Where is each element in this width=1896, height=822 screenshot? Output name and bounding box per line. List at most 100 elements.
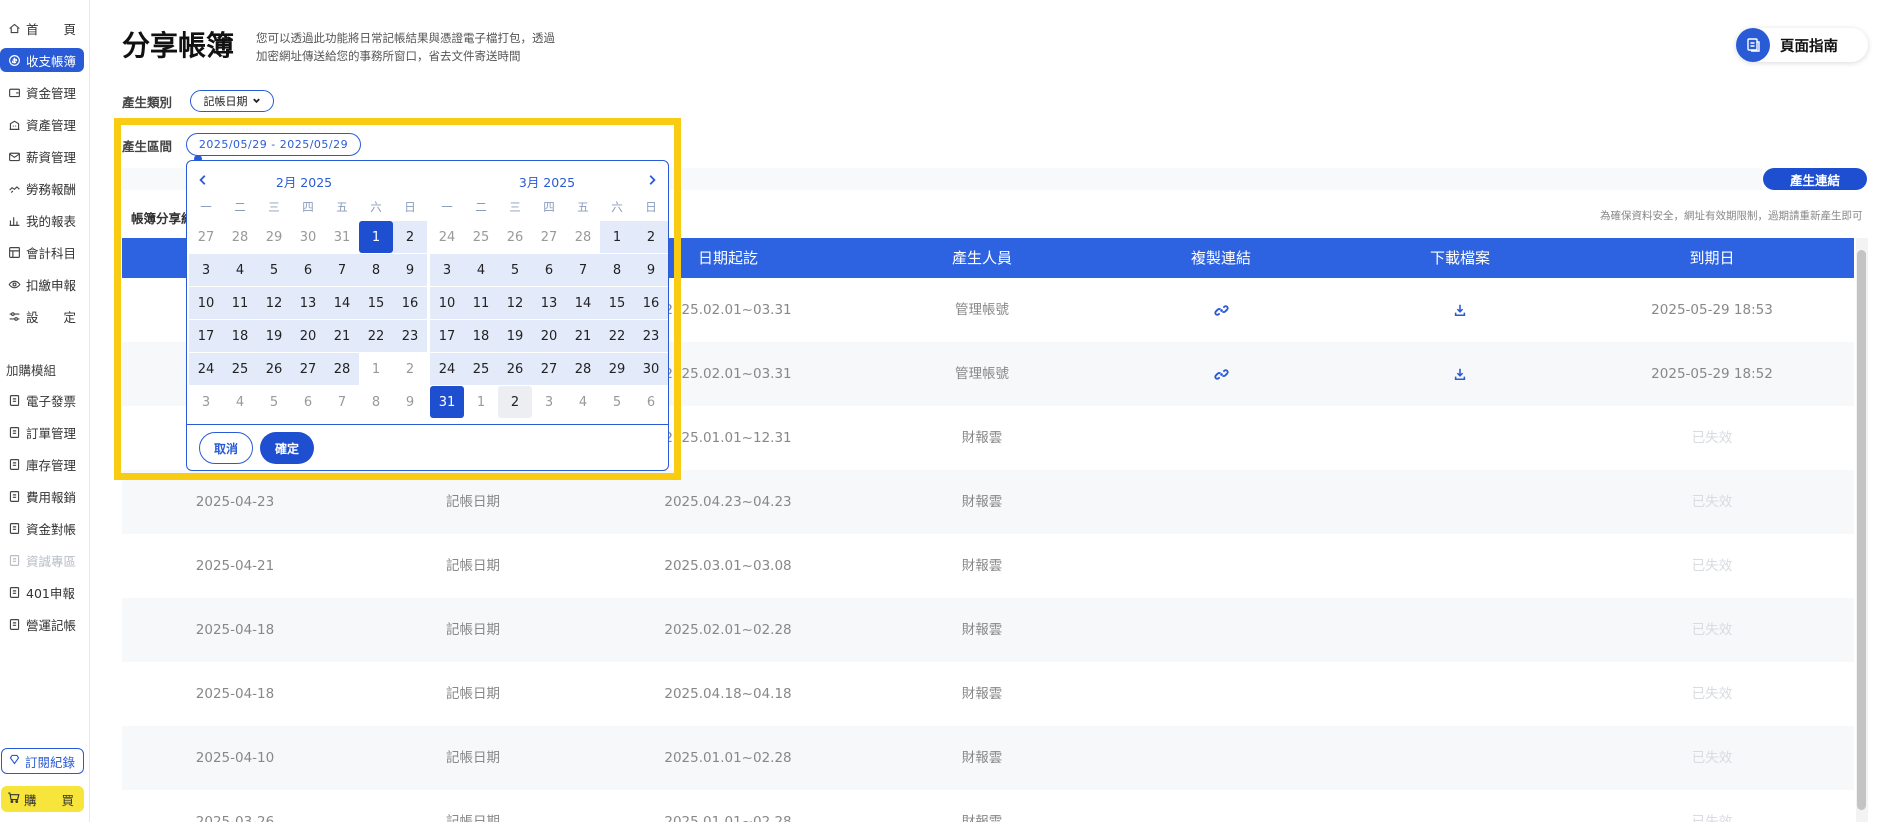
calendar-day[interactable]: 22: [600, 320, 634, 352]
calendar-day[interactable]: 4: [566, 386, 600, 418]
calendar-day[interactable]: 24: [430, 221, 464, 253]
calendar-day[interactable]: 7: [325, 254, 359, 286]
sidebar-item-settings[interactable]: 設 定: [0, 304, 88, 328]
sidebar-item-401[interactable]: 401申報: [0, 580, 88, 604]
calendar-day[interactable]: 12: [257, 287, 291, 319]
calendar-day[interactable]: 28: [566, 221, 600, 253]
buy-button[interactable]: 購 買: [1, 786, 84, 812]
next-month-button[interactable]: [644, 172, 660, 188]
download-icon[interactable]: [1450, 364, 1470, 384]
sidebar-item-assets[interactable]: 資產管理: [0, 112, 88, 136]
calendar-day[interactable]: 20: [532, 320, 566, 352]
calendar-day[interactable]: 9: [393, 254, 427, 286]
calendar-day[interactable]: 19: [498, 320, 532, 352]
calendar-day[interactable]: 14: [325, 287, 359, 319]
sidebar-item-pwc[interactable]: 資誠專區: [0, 548, 88, 572]
calendar-day[interactable]: 4: [464, 254, 498, 286]
cancel-button[interactable]: 取消: [199, 432, 253, 464]
calendar-day[interactable]: 7: [325, 386, 359, 418]
calendar-day[interactable]: 2: [634, 221, 668, 253]
sidebar-item-expenses[interactable]: 費用報銷: [0, 484, 88, 508]
sidebar-item-operations[interactable]: 營運記帳: [0, 612, 88, 636]
calendar-day[interactable]: 27: [532, 353, 566, 385]
sidebar-item-einvoice[interactable]: 電子發票: [0, 388, 88, 412]
generate-link-button[interactable]: 產生連結: [1763, 168, 1867, 190]
sidebar-item-orders[interactable]: 訂單管理: [0, 420, 88, 444]
calendar-day[interactable]: 27: [189, 221, 223, 253]
calendar-day[interactable]: 22: [359, 320, 393, 352]
page-guide-button[interactable]: 頁面指南: [1736, 28, 1868, 62]
sidebar-item-payroll[interactable]: 薪資管理: [0, 144, 88, 168]
calendar-day[interactable]: 29: [257, 221, 291, 253]
prev-month-button[interactable]: [195, 172, 211, 188]
download-icon[interactable]: [1450, 300, 1470, 320]
calendar-day[interactable]: 7: [566, 254, 600, 286]
type-select[interactable]: 記帳日期: [190, 90, 274, 112]
calendar-day[interactable]: 24: [430, 353, 464, 385]
calendar-day[interactable]: 31: [325, 221, 359, 253]
calendar-day[interactable]: 28: [325, 353, 359, 385]
calendar-day[interactable]: 3: [189, 254, 223, 286]
calendar-day[interactable]: 29: [600, 353, 634, 385]
date-range-input[interactable]: 2025/05/29 - 2025/05/29: [186, 133, 361, 156]
confirm-button[interactable]: 確定: [260, 432, 314, 464]
calendar-day[interactable]: 8: [600, 254, 634, 286]
calendar-day[interactable]: 1: [600, 221, 634, 253]
calendar-day[interactable]: 11: [223, 287, 257, 319]
calendar-day[interactable]: 1: [359, 221, 393, 253]
sidebar-item-ledger[interactable]: 收支帳簿: [0, 48, 84, 72]
calendar-day[interactable]: 6: [291, 386, 325, 418]
calendar-day[interactable]: 3: [430, 254, 464, 286]
sidebar-item-reconcile[interactable]: 資金對帳: [0, 516, 88, 540]
calendar-day[interactable]: 12: [498, 287, 532, 319]
calendar-day[interactable]: 3: [189, 386, 223, 418]
sidebar-item-inventory[interactable]: 庫存管理: [0, 452, 88, 476]
calendar-day[interactable]: 15: [600, 287, 634, 319]
calendar-day[interactable]: 4: [223, 386, 257, 418]
calendar-day[interactable]: 30: [291, 221, 325, 253]
calendar-day[interactable]: 2: [393, 353, 427, 385]
calendar-day[interactable]: 9: [393, 386, 427, 418]
calendar-day[interactable]: 25: [464, 221, 498, 253]
calendar-day[interactable]: 5: [257, 254, 291, 286]
calendar-day[interactable]: 18: [464, 320, 498, 352]
subscription-history-button[interactable]: 訂閱紀錄: [1, 748, 84, 774]
calendar-day[interactable]: 24: [189, 353, 223, 385]
calendar-day[interactable]: 13: [532, 287, 566, 319]
calendar-day[interactable]: 27: [291, 353, 325, 385]
calendar-day[interactable]: 8: [359, 254, 393, 286]
calendar-day[interactable]: 5: [600, 386, 634, 418]
calendar-day[interactable]: 11: [464, 287, 498, 319]
calendar-day[interactable]: 1: [464, 386, 498, 418]
sidebar-item-withholding[interactable]: 扣繳申報: [0, 272, 88, 296]
calendar-day[interactable]: 10: [430, 287, 464, 319]
sidebar-item-reports[interactable]: 我的報表: [0, 208, 88, 232]
sidebar-item-accounts[interactable]: 會計科目: [0, 240, 88, 264]
calendar-day[interactable]: 13: [291, 287, 325, 319]
calendar-day[interactable]: 6: [634, 386, 668, 418]
calendar-day[interactable]: 26: [498, 221, 532, 253]
calendar-day[interactable]: 3: [532, 386, 566, 418]
calendar-day[interactable]: 30: [634, 353, 668, 385]
calendar-day[interactable]: 25: [223, 353, 257, 385]
calendar-day[interactable]: 19: [257, 320, 291, 352]
calendar-day[interactable]: 10: [189, 287, 223, 319]
calendar-day[interactable]: 1: [359, 353, 393, 385]
calendar-day[interactable]: 23: [634, 320, 668, 352]
calendar-day[interactable]: 28: [566, 353, 600, 385]
calendar-day[interactable]: 26: [498, 353, 532, 385]
calendar-day[interactable]: 5: [257, 386, 291, 418]
calendar-day[interactable]: 28: [223, 221, 257, 253]
sidebar-item-home[interactable]: 首 頁: [0, 16, 88, 40]
copy-link-icon[interactable]: [1211, 300, 1231, 320]
calendar-day[interactable]: 6: [291, 254, 325, 286]
calendar-day[interactable]: 26: [257, 353, 291, 385]
table-scrollbar-thumb[interactable]: [1857, 250, 1866, 810]
calendar-day[interactable]: 17: [430, 320, 464, 352]
calendar-day[interactable]: 6: [532, 254, 566, 286]
calendar-day[interactable]: 16: [634, 287, 668, 319]
copy-link-icon[interactable]: [1211, 364, 1231, 384]
calendar-day[interactable]: 17: [189, 320, 223, 352]
calendar-day[interactable]: 16: [393, 287, 427, 319]
calendar-day[interactable]: 5: [498, 254, 532, 286]
